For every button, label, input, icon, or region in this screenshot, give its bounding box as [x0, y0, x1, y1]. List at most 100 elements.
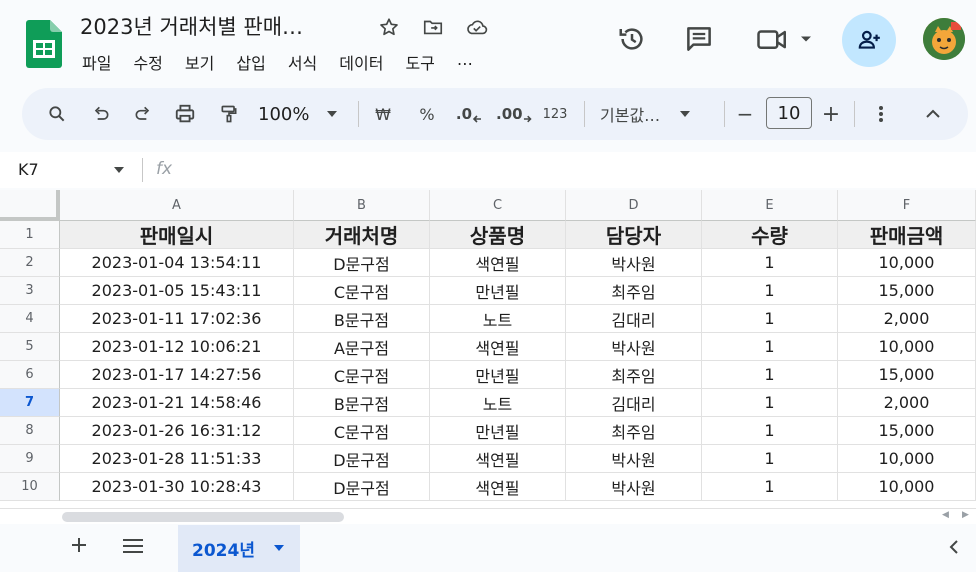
- header-cell[interactable]: 판매일시: [60, 221, 294, 249]
- cloud-saved-icon[interactable]: [464, 14, 490, 40]
- table-cell[interactable]: 2023-01-05 15:43:11: [60, 277, 294, 305]
- header-cell[interactable]: 담당자: [566, 221, 702, 249]
- table-cell[interactable]: 10,000: [838, 473, 976, 501]
- menu-format[interactable]: 서식: [288, 50, 317, 74]
- table-cell[interactable]: 노트: [430, 389, 566, 417]
- scroll-right-icon[interactable]: ▶: [962, 510, 969, 520]
- percent-format-button[interactable]: %: [412, 88, 442, 140]
- row-header-7[interactable]: 7: [0, 389, 60, 417]
- table-cell[interactable]: 2023-01-21 14:58:46: [60, 389, 294, 417]
- menu-file[interactable]: 파일: [82, 50, 111, 74]
- row-header-10[interactable]: 10: [0, 473, 60, 501]
- table-cell[interactable]: C문구점: [294, 277, 430, 305]
- table-cell[interactable]: 최주임: [566, 361, 702, 389]
- table-cell[interactable]: 15,000: [838, 417, 976, 445]
- table-cell[interactable]: 1: [702, 249, 838, 277]
- table-cell[interactable]: D문구점: [294, 249, 430, 277]
- menu-more[interactable]: …: [457, 50, 473, 74]
- table-cell[interactable]: 최주임: [566, 277, 702, 305]
- row-header-3[interactable]: 3: [0, 277, 60, 305]
- row-header-6[interactable]: 6: [0, 361, 60, 389]
- menu-data[interactable]: 데이터: [339, 50, 383, 74]
- column-header-f[interactable]: F: [838, 190, 976, 221]
- column-header-e[interactable]: E: [702, 190, 838, 221]
- table-cell[interactable]: B문구점: [294, 389, 430, 417]
- header-cell[interactable]: 판매금액: [838, 221, 976, 249]
- table-cell[interactable]: 박사원: [566, 333, 702, 361]
- sheets-logo-icon[interactable]: [26, 20, 62, 68]
- menu-edit[interactable]: 수정: [133, 50, 162, 74]
- table-cell[interactable]: B문구점: [294, 305, 430, 333]
- row-header-1[interactable]: 1: [0, 221, 60, 249]
- table-cell[interactable]: 1: [702, 473, 838, 501]
- table-cell[interactable]: 1: [702, 305, 838, 333]
- user-avatar[interactable]: [923, 18, 965, 60]
- column-header-a[interactable]: A: [60, 190, 294, 221]
- table-cell[interactable]: 박사원: [566, 249, 702, 277]
- table-cell[interactable]: 2023-01-17 14:27:56: [60, 361, 294, 389]
- scrollbar-thumb[interactable]: [62, 512, 344, 522]
- font-select[interactable]: 기본값…: [600, 88, 710, 140]
- all-sheets-button[interactable]: [122, 537, 144, 559]
- print-button[interactable]: [170, 88, 200, 140]
- table-cell[interactable]: C문구점: [294, 361, 430, 389]
- meet-button[interactable]: [756, 24, 816, 58]
- table-cell[interactable]: 2023-01-30 10:28:43: [60, 473, 294, 501]
- share-button[interactable]: [842, 13, 896, 67]
- column-header-b[interactable]: B: [294, 190, 430, 221]
- table-cell[interactable]: 박사원: [566, 473, 702, 501]
- menu-tools[interactable]: 도구: [405, 50, 434, 74]
- menu-insert[interactable]: 삽입: [236, 50, 265, 74]
- table-cell[interactable]: D문구점: [294, 473, 430, 501]
- hide-menus-button[interactable]: [920, 88, 946, 140]
- redo-button[interactable]: [128, 88, 158, 140]
- table-cell[interactable]: 10,000: [838, 445, 976, 473]
- document-title[interactable]: 2023년 거래처별 판매…: [80, 11, 303, 41]
- table-cell[interactable]: C문구점: [294, 417, 430, 445]
- row-header-4[interactable]: 4: [0, 305, 60, 333]
- table-cell[interactable]: 15,000: [838, 361, 976, 389]
- search-menus-button[interactable]: [42, 88, 72, 140]
- formula-input[interactable]: [190, 154, 970, 186]
- table-cell[interactable]: 10,000: [838, 333, 976, 361]
- increase-decimal-button[interactable]: .00: [496, 88, 532, 140]
- table-cell[interactable]: 김대리: [566, 305, 702, 333]
- decrease-decimal-button[interactable]: .0: [452, 88, 486, 140]
- table-cell[interactable]: 1: [702, 333, 838, 361]
- table-cell[interactable]: 2023-01-11 17:02:36: [60, 305, 294, 333]
- font-size-input[interactable]: 10: [766, 97, 812, 129]
- row-header-5[interactable]: 5: [0, 333, 60, 361]
- add-sheet-button[interactable]: [70, 535, 88, 560]
- table-cell[interactable]: 1: [702, 389, 838, 417]
- menu-view[interactable]: 보기: [185, 50, 214, 74]
- table-cell[interactable]: 2023-01-26 16:31:12: [60, 417, 294, 445]
- table-cell[interactable]: 만년필: [430, 417, 566, 445]
- table-cell[interactable]: D문구점: [294, 445, 430, 473]
- column-header-d[interactable]: D: [566, 190, 702, 221]
- name-box[interactable]: K7: [18, 160, 39, 179]
- paint-format-button[interactable]: [214, 88, 244, 140]
- name-box-caret-icon[interactable]: [114, 167, 124, 173]
- table-cell[interactable]: 최주임: [566, 417, 702, 445]
- table-cell[interactable]: 2,000: [838, 305, 976, 333]
- currency-format-button[interactable]: ₩: [368, 88, 398, 140]
- table-cell[interactable]: 1: [702, 277, 838, 305]
- sheet-tab-active[interactable]: 2024년: [178, 525, 300, 572]
- table-cell[interactable]: A문구점: [294, 333, 430, 361]
- table-cell[interactable]: 1: [702, 445, 838, 473]
- table-cell[interactable]: 노트: [430, 305, 566, 333]
- star-icon[interactable]: [376, 14, 402, 40]
- row-header-8[interactable]: 8: [0, 417, 60, 445]
- zoom-select[interactable]: 100%: [258, 88, 348, 140]
- comment-icon[interactable]: [684, 24, 714, 54]
- table-cell[interactable]: 2023-01-12 10:06:21: [60, 333, 294, 361]
- font-size-increase-button[interactable]: +: [818, 88, 844, 140]
- table-cell[interactable]: 색연필: [430, 445, 566, 473]
- column-header-c[interactable]: C: [430, 190, 566, 221]
- table-cell[interactable]: 15,000: [838, 277, 976, 305]
- row-header-9[interactable]: 9: [0, 445, 60, 473]
- sheet-tab-caret-icon[interactable]: [274, 545, 284, 551]
- more-options-button[interactable]: [868, 88, 894, 140]
- table-cell[interactable]: 1: [702, 361, 838, 389]
- table-cell[interactable]: 1: [702, 417, 838, 445]
